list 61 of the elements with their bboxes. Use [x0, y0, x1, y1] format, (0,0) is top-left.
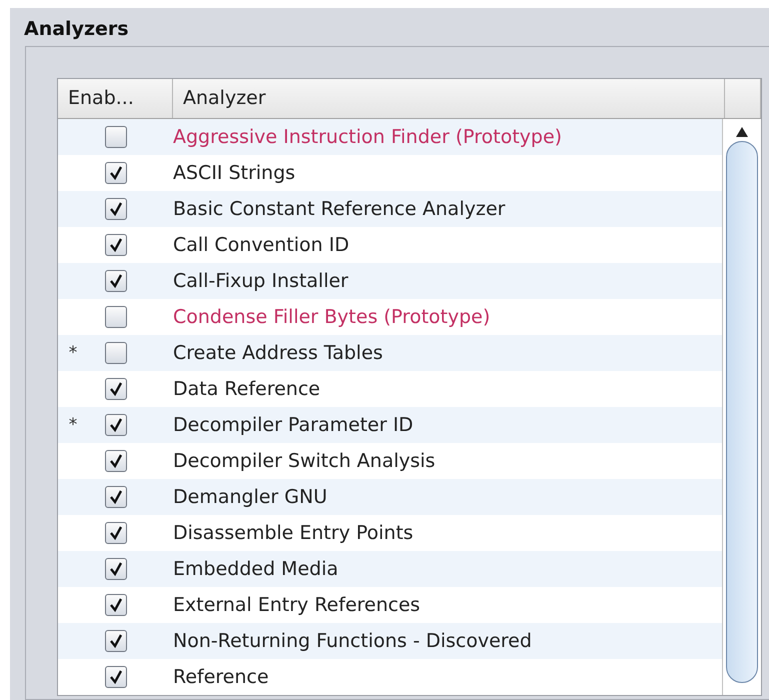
modified-marker: *: [68, 343, 78, 363]
analyzer-name: Data Reference: [173, 378, 320, 400]
check-icon: [108, 525, 124, 541]
analyzer-name: Decompiler Parameter ID: [173, 414, 414, 436]
check-icon: [108, 165, 124, 181]
table-row[interactable]: Non-Returning Functions - Discovered: [58, 623, 722, 659]
enabled-checkbox[interactable]: [105, 234, 127, 256]
check-icon: [108, 453, 124, 469]
column-header[interactable]: Enab...: [58, 79, 173, 118]
table-row[interactable]: * Decompiler Parameter ID: [58, 407, 722, 443]
enabled-checkbox[interactable]: [105, 162, 127, 184]
check-icon: [108, 237, 124, 253]
check-icon: [108, 381, 124, 397]
table-row[interactable]: Embedded Media: [58, 551, 722, 587]
analyzer-name: Reference: [173, 666, 269, 688]
enabled-checkbox[interactable]: [105, 666, 127, 688]
enabled-checkbox[interactable]: [105, 342, 127, 364]
table-row[interactable]: Basic Constant Reference Analyzer: [58, 191, 722, 227]
enabled-checkbox[interactable]: [105, 414, 127, 436]
analyzer-name: Non-Returning Functions - Discovered: [173, 630, 532, 652]
check-icon: [108, 633, 124, 649]
enabled-checkbox[interactable]: [105, 126, 127, 148]
analyzer-name: Call Convention ID: [173, 234, 350, 256]
enabled-checkbox[interactable]: [105, 630, 127, 652]
check-icon: [108, 669, 124, 685]
scrollbar-thumb[interactable]: [726, 141, 758, 683]
enabled-checkbox[interactable]: [105, 198, 127, 220]
analyzer-name: ASCII Strings: [173, 162, 296, 184]
table-row[interactable]: Aggressive Instruction Finder (Prototype): [58, 119, 722, 155]
enabled-checkbox[interactable]: [105, 270, 127, 292]
check-icon: [108, 489, 124, 505]
enabled-checkbox[interactable]: [105, 486, 127, 508]
analyzer-name: Aggressive Instruction Finder (Prototype): [173, 126, 562, 148]
check-icon: [108, 273, 124, 289]
modified-marker: *: [68, 415, 78, 435]
check-icon: [108, 201, 124, 217]
analyzer-name: Call-Fixup Installer: [173, 270, 348, 292]
check-icon: [108, 597, 124, 613]
analyzer-name: Condense Filler Bytes (Prototype): [173, 306, 490, 328]
analyzer-name: Embedded Media: [173, 558, 338, 580]
enabled-checkbox[interactable]: [105, 378, 127, 400]
enabled-checkbox[interactable]: [105, 522, 127, 544]
column-header[interactable]: Analyzer: [173, 79, 725, 118]
analyzer-name: Demangler GNU: [173, 486, 328, 508]
panel-title: Analyzers: [24, 18, 130, 42]
enabled-checkbox[interactable]: [105, 558, 127, 580]
analyzer-name: Disassemble Entry Points: [173, 522, 414, 544]
scrollbar[interactable]: [722, 119, 761, 695]
table-row[interactable]: Demangler GNU: [58, 479, 722, 515]
enabled-checkbox[interactable]: [105, 450, 127, 472]
analyzer-name: Create Address Tables: [173, 342, 383, 364]
analyzer-name: External Entry References: [173, 594, 420, 616]
analyzer-name: Basic Constant Reference Analyzer: [173, 198, 506, 220]
enabled-checkbox[interactable]: [105, 306, 127, 328]
table-row[interactable]: * Create Address Tables: [58, 335, 722, 371]
check-icon: [108, 417, 124, 433]
scroll-up-icon[interactable]: [736, 127, 748, 137]
enabled-checkbox[interactable]: [105, 594, 127, 616]
table-row[interactable]: Call-Fixup Installer: [58, 263, 722, 299]
analyzer-name: Decompiler Switch Analysis: [173, 450, 436, 472]
check-icon: [108, 561, 124, 577]
